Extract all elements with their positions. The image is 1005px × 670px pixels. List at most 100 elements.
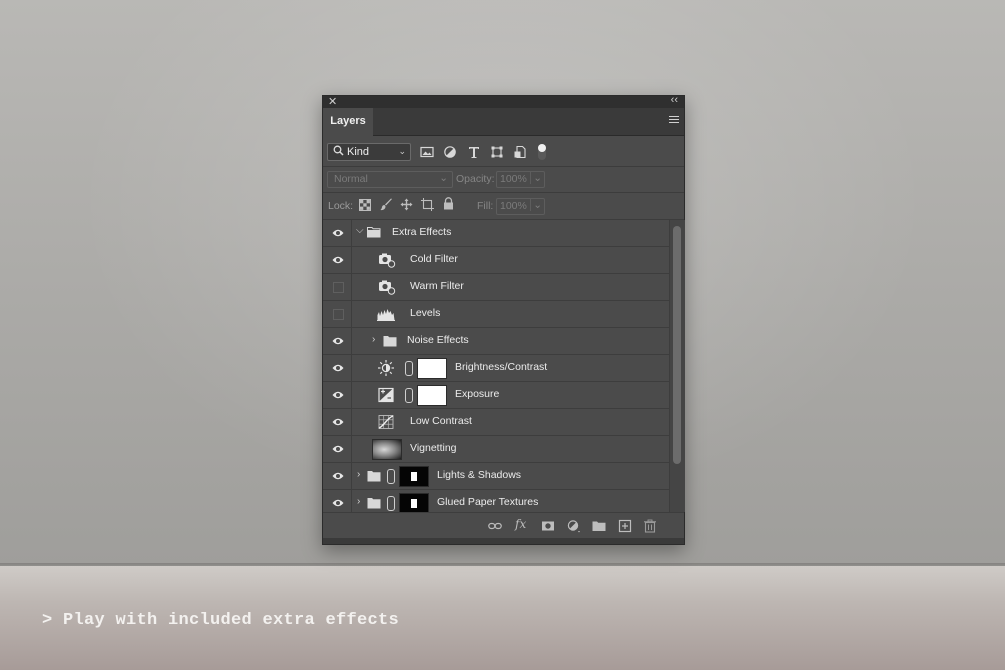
layer-thumbnail[interactable]: [372, 439, 402, 460]
lock-artboard-icon[interactable]: [421, 198, 434, 211]
layer-mask-thumbnail[interactable]: [399, 493, 429, 512]
link-icon[interactable]: [387, 469, 395, 484]
visibility-toggle[interactable]: [323, 274, 352, 300]
visibility-toggle[interactable]: [323, 463, 352, 489]
visibility-toggle[interactable]: [323, 436, 352, 462]
filter-toggle-switch[interactable]: [538, 144, 546, 160]
lock-transparent-pixels-icon[interactable]: [359, 199, 371, 211]
fill-label: Fill:: [477, 200, 494, 212]
curves-icon: [378, 415, 394, 429]
collapse-icon[interactable]: ‹‹: [671, 94, 678, 106]
layer-row-noise-effects[interactable]: › Noise Effects: [323, 328, 669, 355]
search-icon: [333, 145, 344, 159]
filter-type-icon[interactable]: [467, 145, 481, 159]
chevron-down-icon[interactable]: ⌄: [530, 199, 542, 211]
chevron-right-icon[interactable]: ›: [357, 469, 360, 480]
chevron-right-icon[interactable]: ›: [372, 334, 375, 345]
chevron-down-icon[interactable]: ⌵: [356, 225, 364, 236]
fill-field[interactable]: 100% ⌄: [496, 198, 545, 215]
layers-bottom-toolbar: fx: [323, 512, 684, 539]
eye-icon: [332, 229, 344, 237]
new-adjustment-layer-icon[interactable]: [567, 519, 581, 533]
layer-name: Noise Effects: [407, 334, 469, 346]
layer-name: Brightness/Contrast: [455, 361, 548, 373]
layer-row-warm-filter[interactable]: Warm Filter: [323, 274, 669, 301]
brightness-contrast-icon: [378, 360, 394, 376]
chevron-right-icon[interactable]: ›: [357, 496, 360, 507]
layer-row-brightness-contrast[interactable]: Brightness/Contrast: [323, 355, 669, 382]
layer-mask-thumbnail[interactable]: [417, 358, 447, 379]
eye-icon: [332, 256, 344, 264]
visibility-toggle[interactable]: [323, 301, 352, 327]
new-layer-icon[interactable]: [618, 519, 632, 533]
visibility-toggle[interactable]: [323, 247, 352, 273]
visibility-toggle[interactable]: [323, 220, 352, 246]
layer-name: Exposure: [455, 388, 500, 400]
add-mask-icon[interactable]: [541, 519, 555, 533]
eye-icon: [332, 472, 344, 480]
scrollbar-thumb[interactable]: [673, 226, 681, 464]
filter-kind-select[interactable]: Kind ⌄: [327, 143, 411, 161]
eye-icon: [332, 499, 344, 507]
panel-resize-bar[interactable]: [323, 538, 684, 544]
lock-position-move-icon[interactable]: [400, 198, 413, 211]
visibility-toggle[interactable]: [323, 382, 352, 408]
link-icon[interactable]: [405, 361, 413, 376]
visibility-toggle[interactable]: [323, 409, 352, 435]
link-icon[interactable]: [405, 388, 413, 403]
visibility-toggle[interactable]: [323, 355, 352, 381]
lock-all-icon[interactable]: [443, 197, 454, 210]
layer-name: Cold Filter: [410, 253, 458, 265]
eye-icon: [332, 391, 344, 399]
photo-filter-icon: [379, 253, 396, 268]
filter-shape-icon[interactable]: [490, 145, 504, 159]
fill-value: 100%: [500, 200, 527, 212]
layer-row-extra-effects[interactable]: ⌵ Extra Effects: [323, 220, 669, 247]
layer-name: Lights & Shadows: [437, 469, 522, 481]
layer-row-vignetting[interactable]: Vignetting: [323, 436, 669, 463]
fx-icon[interactable]: fx: [515, 517, 526, 531]
opacity-field[interactable]: 100% ⌄: [496, 171, 545, 188]
close-icon[interactable]: ✕: [328, 95, 337, 108]
photo-filter-icon: [379, 280, 396, 295]
blend-mode-value: Normal: [334, 173, 368, 185]
layer-row-cold-filter[interactable]: Cold Filter: [323, 247, 669, 274]
folder-icon: [367, 498, 381, 509]
hidden-eye-box: [333, 309, 344, 320]
exposure-icon: [378, 387, 394, 403]
layer-row-exposure[interactable]: Exposure: [323, 382, 669, 409]
layer-row-low-contrast[interactable]: Low Contrast: [323, 409, 669, 436]
panel-menu-icon[interactable]: [669, 116, 679, 125]
new-group-folder-icon[interactable]: [592, 519, 606, 533]
chevron-down-icon: ⌄: [439, 172, 448, 184]
filter-smart-object-icon[interactable]: [513, 145, 527, 159]
blend-row: Normal ⌄ Opacity: 100% ⌄: [323, 166, 684, 193]
link-icon[interactable]: [387, 496, 395, 511]
layer-name: Low Contrast: [410, 415, 472, 427]
eye-icon: [332, 364, 344, 372]
chevron-down-icon[interactable]: ⌄: [530, 172, 542, 184]
filter-adjustment-icon[interactable]: [443, 145, 457, 159]
layer-name: Glued Paper Textures: [437, 496, 539, 508]
visibility-toggle[interactable]: [323, 328, 352, 354]
layer-row-glued-paper-textures[interactable]: › Glued Paper Textures: [323, 490, 669, 512]
lock-image-pixels-brush-icon[interactable]: [380, 198, 393, 211]
layer-row-lights-shadows[interactable]: › Lights & Shadows: [323, 463, 669, 490]
layers-scrollbar[interactable]: [669, 220, 685, 512]
tab-layers[interactable]: Layers: [323, 108, 373, 136]
visibility-toggle[interactable]: [323, 490, 352, 512]
folder-open-icon: [367, 227, 381, 238]
levels-icon: [377, 309, 395, 321]
layer-row-levels[interactable]: Levels: [323, 301, 669, 328]
layers-list: ⌵ Extra Effects Cold Filter Warm Filter: [323, 220, 669, 512]
folder-icon: [367, 471, 381, 482]
blend-mode-select[interactable]: Normal ⌄: [327, 171, 453, 188]
filter-pixel-image-icon[interactable]: [420, 145, 434, 159]
layers-panel: ✕ ‹‹ Layers Kind ⌄ Normal ⌄ Opacity: 100…: [322, 94, 685, 545]
layer-mask-thumbnail[interactable]: [417, 385, 447, 406]
trash-icon[interactable]: [643, 519, 657, 533]
layer-mask-thumbnail[interactable]: [399, 466, 429, 487]
panel-tab-row: Layers: [323, 108, 684, 136]
link-layers-icon[interactable]: [488, 519, 502, 533]
filter-kind-label: Kind: [347, 146, 370, 158]
